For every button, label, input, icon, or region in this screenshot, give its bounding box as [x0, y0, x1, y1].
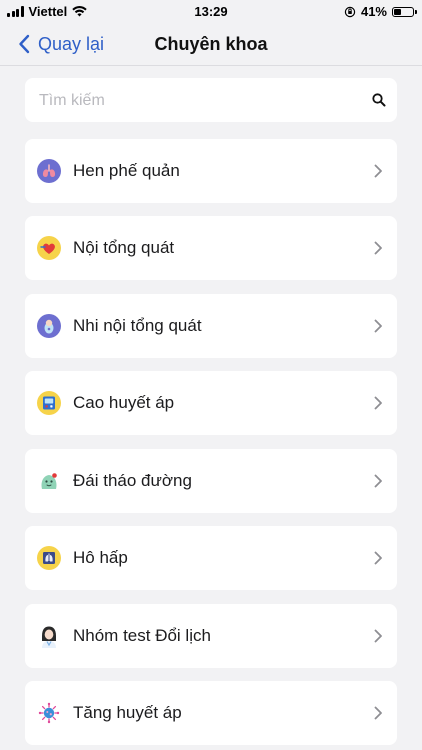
chevron-right-icon	[374, 706, 382, 720]
item-label: Nội tổng quát	[73, 238, 175, 257]
chevron-right-icon	[374, 164, 382, 178]
item-label: Hen phế quản	[73, 161, 180, 180]
chevron-right-icon	[374, 241, 382, 255]
battery-icon	[392, 6, 417, 17]
list-item-tang-huyet-ap[interactable]: Tăng huyết áp	[25, 681, 397, 745]
screen: Viettel 13:29 41% Quay lại Chuyên khoa T…	[0, 0, 422, 750]
chevron-right-icon	[374, 319, 382, 333]
search-icon[interactable]	[371, 92, 387, 108]
list-item-nhi-noi-tong-quat[interactable]: Nhi nội tổng quát	[25, 294, 397, 358]
search-box	[25, 78, 397, 124]
doctor-avatar-icon	[37, 624, 61, 648]
list-item-ho-hap[interactable]: Hô hấp	[25, 526, 397, 590]
diabetes-icon	[37, 469, 61, 493]
status-bar: Viettel 13:29 41%	[0, 0, 422, 22]
back-button[interactable]: Quay lại	[18, 22, 104, 66]
list-item-nhom-test-doi-lich[interactable]: Nhóm test Đổi lịch	[25, 604, 397, 668]
item-label: Cao huyết áp	[73, 393, 175, 412]
list-item-dai-thao-duong[interactable]: Đái tháo đường	[25, 449, 397, 513]
heart-icon	[37, 236, 61, 260]
lungs-icon	[37, 159, 61, 183]
back-label: Quay lại	[38, 33, 105, 54]
virus-icon	[37, 701, 61, 725]
item-label: Hô hấp	[73, 548, 128, 567]
list-item-hen-phe-quan[interactable]: Hen phế quản	[25, 139, 397, 203]
blood-pressure-icon	[37, 391, 61, 415]
status-right: 41%	[344, 4, 417, 19]
list-item-noi-tong-quat[interactable]: Nội tổng quát	[25, 216, 397, 280]
navigation-bar: Quay lại Chuyên khoa	[0, 22, 422, 66]
chevron-right-icon	[374, 629, 382, 643]
chevron-right-icon	[374, 551, 382, 565]
orientation-lock-icon	[344, 6, 356, 17]
item-label: Đái tháo đường	[73, 471, 192, 490]
battery-percent: 41%	[360, 4, 387, 19]
battery-level	[394, 8, 402, 15]
chevron-right-icon	[374, 396, 382, 410]
search-input[interactable]	[37, 78, 361, 124]
chevron-right-icon	[374, 474, 382, 488]
item-label: Tăng huyết áp	[73, 703, 182, 722]
item-label: Nhi nội tổng quát	[73, 316, 202, 335]
list-item-cao-huyet-ap[interactable]: Cao huyết áp	[25, 371, 397, 435]
baby-icon	[37, 314, 61, 338]
xray-icon	[37, 546, 61, 570]
chevron-left-icon	[19, 34, 30, 54]
item-label: Nhóm test Đổi lịch	[73, 626, 211, 645]
